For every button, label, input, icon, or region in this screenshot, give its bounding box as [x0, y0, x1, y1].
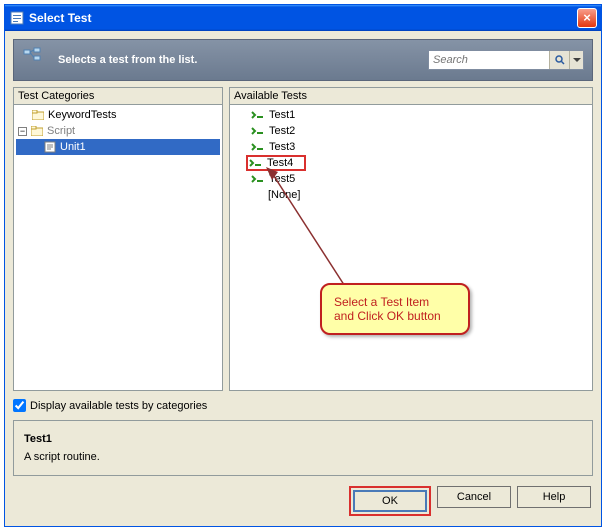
search-input[interactable] [429, 51, 549, 69]
script-icon [250, 140, 266, 154]
test-item[interactable]: Test3 [232, 139, 590, 155]
categories-label: Test Categories [14, 88, 222, 105]
tests-panel: Available Tests Test1 Test2 [229, 87, 593, 391]
tests-icon [22, 46, 50, 74]
annotation-callout: Select a Test Item and Click OK button [320, 283, 470, 335]
callout-line: Select a Test Item [334, 295, 456, 309]
test-label: Test4 [267, 157, 293, 169]
categories-tree[interactable]: KeywordTests − Script Uni [14, 105, 222, 390]
callout-line: and Click OK button [334, 309, 456, 323]
folder-icon [29, 125, 45, 137]
folder-icon [30, 109, 46, 121]
test-label: Test3 [269, 141, 295, 153]
test-item-highlighted[interactable]: Test4 [246, 155, 306, 171]
help-button[interactable]: Help [517, 486, 591, 508]
unit-icon [42, 141, 58, 153]
cancel-button[interactable]: Cancel [437, 486, 511, 508]
tree-item-keywordtests[interactable]: KeywordTests [16, 107, 220, 123]
info-panel: Test1 A script routine. [13, 420, 593, 476]
button-row: OK Cancel Help [13, 482, 593, 518]
test-label: Test2 [269, 125, 295, 137]
test-item-none[interactable]: [None] [232, 187, 590, 203]
test-item[interactable]: Test2 [232, 123, 590, 139]
titlebar[interactable]: Select Test × [5, 5, 601, 31]
header-text: Selects a test from the list. [58, 54, 428, 66]
search-dropdown[interactable] [569, 51, 583, 69]
tree-label: KeywordTests [48, 109, 116, 121]
categories-panel: Test Categories KeywordTests − [13, 87, 223, 391]
close-button[interactable]: × [577, 8, 597, 28]
tests-label: Available Tests [230, 88, 592, 105]
test-label: Test5 [269, 173, 295, 185]
search-button[interactable] [549, 51, 569, 69]
checkbox-input[interactable] [13, 399, 26, 412]
tree-item-unit1[interactable]: Unit1 [16, 139, 220, 155]
script-icon [250, 108, 266, 122]
test-item[interactable]: Test1 [232, 107, 590, 123]
tree-label: Unit1 [60, 141, 86, 153]
script-icon [250, 124, 266, 138]
tree-label: Script [47, 125, 75, 137]
test-label: Test1 [269, 109, 295, 121]
window-title: Select Test [29, 11, 577, 25]
collapse-icon[interactable]: − [18, 127, 27, 136]
app-icon [9, 10, 25, 26]
tests-list[interactable]: Test1 Test2 Test3 [230, 105, 592, 390]
tree-item-script[interactable]: − Script [16, 123, 220, 139]
display-by-categories-checkbox[interactable]: Display available tests by categories [13, 397, 593, 414]
checkbox-label: Display available tests by categories [30, 400, 207, 412]
script-icon [250, 172, 266, 186]
ok-button[interactable]: OK [353, 490, 427, 512]
info-title: Test1 [24, 433, 582, 445]
header-bar: Selects a test from the list. [13, 39, 593, 81]
test-item[interactable]: Test5 [232, 171, 590, 187]
ok-highlight: OK [349, 486, 431, 516]
script-icon [248, 156, 264, 170]
select-test-dialog: Select Test × Selects a test from the li… [4, 4, 602, 527]
info-description: A script routine. [24, 451, 582, 463]
test-label: [None] [268, 189, 300, 201]
